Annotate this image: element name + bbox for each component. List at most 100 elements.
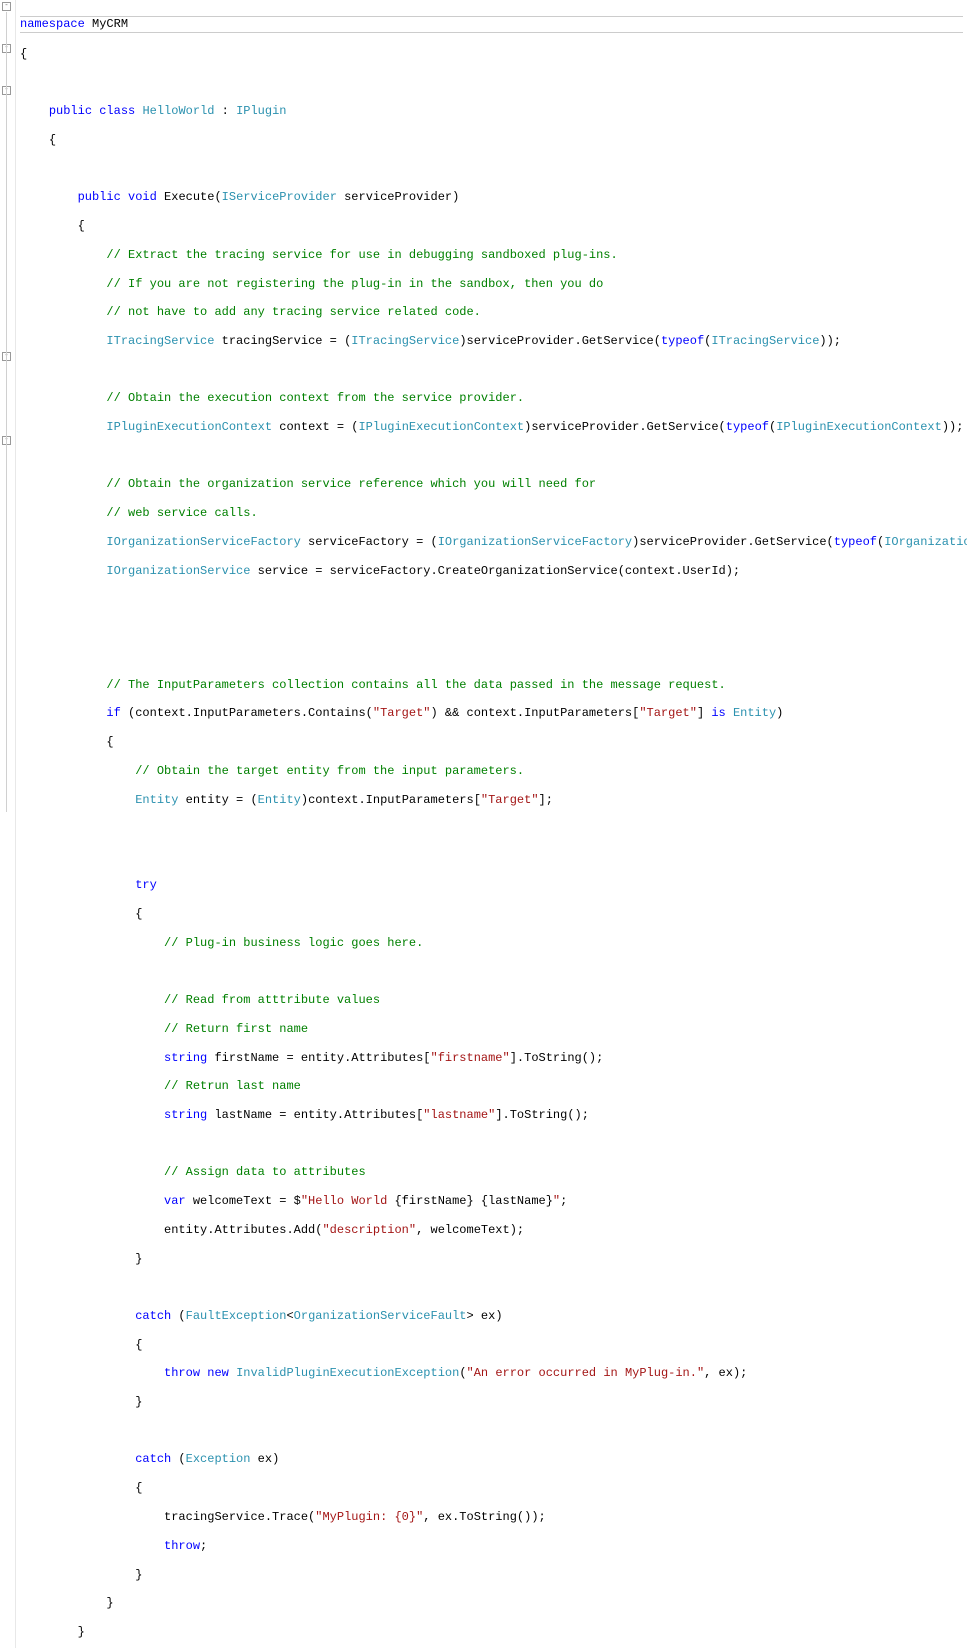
text: ) <box>776 706 783 720</box>
comment: // Return first name <box>164 1022 308 1036</box>
fold-gutter: - - - - - <box>0 0 16 1648</box>
text: , welcomeText); <box>416 1223 524 1237</box>
brace: { <box>106 735 113 749</box>
keyword: namespace <box>20 17 85 31</box>
brace: { <box>135 1481 142 1495</box>
keyword: class <box>99 104 135 118</box>
comment: // If you are not registering the plug-i… <box>106 277 603 291</box>
code-editor[interactable]: - - - - - namespace MyCRM { public class… <box>0 0 967 1648</box>
type-name: Entity <box>733 706 776 720</box>
brace: } <box>106 1596 113 1610</box>
comment: // Retrun last name <box>164 1079 301 1093</box>
comment: // The InputParameters collection contai… <box>106 678 740 692</box>
comment: // Assign data to attributes <box>164 1165 366 1179</box>
brace: } <box>135 1395 142 1409</box>
text: tracingService = ( <box>214 334 351 348</box>
string: "Target" <box>481 793 539 807</box>
text: )serviceProvider.GetService( <box>459 334 661 348</box>
keyword: typeof <box>834 535 877 549</box>
keyword: is <box>711 706 725 720</box>
type-name: IOrganizationServiceFactory <box>106 535 300 549</box>
text: ) && context.InputParameters[ <box>430 706 639 720</box>
keyword: typeof <box>661 334 704 348</box>
text: < <box>286 1309 293 1323</box>
type-name: Entity <box>135 793 178 807</box>
type-name: FaultException <box>186 1309 287 1323</box>
comment: // Obtain the execution context from the… <box>106 391 524 405</box>
text: tracingService.Trace( <box>164 1510 315 1524</box>
text: entity.Attributes.Add( <box>164 1223 322 1237</box>
type-name: IPluginExecutionContext <box>776 420 942 434</box>
keyword: throw <box>164 1539 200 1553</box>
type-name: IOrganizationServiceFactory <box>884 535 967 549</box>
text: lastName = entity.Attributes[ <box>207 1108 423 1122</box>
namespace-name: MyCRM <box>92 17 128 31</box>
string: "Hello World <box>301 1194 395 1208</box>
comment: // web service calls. <box>106 506 272 520</box>
text: welcomeText = $ <box>186 1194 301 1208</box>
keyword: public <box>49 104 92 118</box>
keyword: public <box>78 190 121 204</box>
code-content[interactable]: namespace MyCRM { public class HelloWorl… <box>16 0 967 1648</box>
brace: { <box>49 133 56 147</box>
type-name: ITracingService <box>711 334 819 348</box>
brace: } <box>135 1252 142 1266</box>
text: )context.InputParameters[ <box>301 793 481 807</box>
text: (context.InputParameters.Contains( <box>121 706 373 720</box>
string <box>474 1194 481 1208</box>
string: "lastname" <box>423 1108 495 1122</box>
fold-icon[interactable]: - <box>2 2 11 11</box>
keyword: catch <box>135 1309 171 1323</box>
text: , ex); <box>704 1366 747 1380</box>
comment: // Obtain the target entity from the inp… <box>135 764 538 778</box>
text: serviceFactory = ( <box>301 535 438 549</box>
keyword: string <box>164 1108 207 1122</box>
type-name: IPluginExecutionContext <box>358 420 524 434</box>
string: "MyPlugin: {0}" <box>315 1510 423 1524</box>
method-name: Execute <box>164 190 214 204</box>
comment: // Obtain the organization service refer… <box>106 477 610 491</box>
keyword: try <box>135 878 157 892</box>
brace: { <box>135 907 142 921</box>
keyword: catch <box>135 1452 171 1466</box>
type-name: IPluginExecutionContext <box>106 420 272 434</box>
string: "Target" <box>373 706 431 720</box>
brace: { <box>135 1338 142 1352</box>
brace: { <box>20 47 27 61</box>
paren: ) <box>452 190 459 204</box>
brace: } <box>135 1568 142 1582</box>
comment: // Plug-in business logic goes here. <box>164 936 430 950</box>
interp: {firstName} <box>394 1194 473 1208</box>
string: " <box>553 1194 560 1208</box>
text: ].ToString(); <box>495 1108 589 1122</box>
type-name: Entity <box>258 793 301 807</box>
text: > <box>467 1309 474 1323</box>
brace: } <box>78 1625 85 1639</box>
type-name: InvalidPluginExecutionException <box>236 1366 459 1380</box>
type-name: IOrganizationService <box>106 564 250 578</box>
type-name: ITracingService <box>351 334 459 348</box>
string: "description" <box>322 1223 416 1237</box>
type-name: OrganizationServiceFault <box>294 1309 467 1323</box>
interface-name: IPlugin <box>236 104 286 118</box>
keyword: string <box>164 1051 207 1065</box>
text: )); <box>819 334 841 348</box>
type-name: IOrganizationServiceFactory <box>438 535 632 549</box>
comment: // not have to add any tracing service r… <box>106 305 480 319</box>
text: )serviceProvider.GetService( <box>632 535 834 549</box>
paren: ( <box>214 190 221 204</box>
comment: // Extract the tracing service for use i… <box>106 248 617 262</box>
text: ].ToString(); <box>510 1051 604 1065</box>
text: service = serviceFactory.CreateOrganizat… <box>250 564 740 578</box>
keyword: throw <box>164 1366 200 1380</box>
type-name: Exception <box>186 1452 251 1466</box>
text: ; <box>560 1194 567 1208</box>
type-name: ITracingService <box>106 334 214 348</box>
text: )serviceProvider.GetService( <box>524 420 726 434</box>
text: context = ( <box>272 420 358 434</box>
text: : <box>214 104 236 118</box>
text: , ex.ToString()); <box>423 1510 545 1524</box>
param: serviceProvider <box>337 190 452 204</box>
text: entity = ( <box>178 793 257 807</box>
keyword: typeof <box>726 420 769 434</box>
